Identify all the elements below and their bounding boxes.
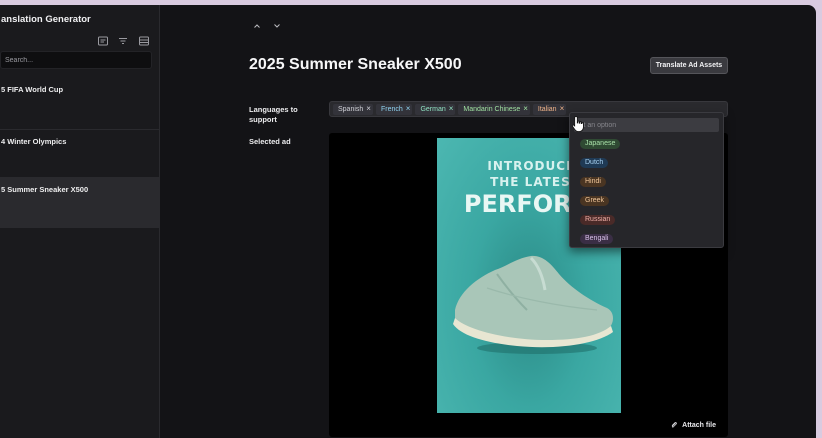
sidebar-item-fifa[interactable]: 5 FIFA World Cup: [0, 79, 159, 130]
sidebar-item-winter-olympics[interactable]: 4 Winter Olympics: [0, 131, 159, 182]
remove-tag-icon[interactable]: ×: [523, 105, 528, 113]
remove-tag-icon[interactable]: ×: [366, 105, 371, 113]
tag-label: French: [380, 105, 403, 113]
selected-ad-label: Selected ad: [249, 137, 291, 146]
compose-icon[interactable]: [97, 34, 109, 46]
remove-tag-icon[interactable]: ×: [449, 105, 454, 113]
sidebar-item-label: 5 Summer Sneaker X500: [1, 185, 89, 194]
tag-spanish: Spanish ×: [333, 103, 373, 115]
tag-label: Italian: [537, 105, 557, 113]
paperclip-icon: [671, 421, 678, 428]
languages-label: Languages to support: [249, 105, 298, 124]
option-greek[interactable]: Greek: [580, 196, 610, 206]
sidebar: anslation Generator 5 FIFA World Cup 4 W…: [0, 5, 160, 438]
attach-file-label: Attach file: [682, 421, 716, 429]
tag-label: German: [420, 105, 446, 113]
tag-french: French ×: [375, 103, 413, 115]
option-russian[interactable]: Russian: [580, 215, 616, 225]
hand-cursor-icon: [572, 116, 584, 132]
option-dutch[interactable]: Dutch: [580, 158, 609, 168]
translate-ad-assets-button[interactable]: Translate Ad Assets: [650, 57, 728, 74]
language-options-dropdown: Japanese Dutch Hindi Greek Russian Benga…: [569, 112, 724, 248]
app-window: anslation Generator 5 FIFA World Cup 4 W…: [0, 5, 816, 438]
tag-german: German ×: [415, 103, 456, 115]
sidebar-toggle-icon[interactable]: [138, 34, 150, 46]
sidebar-item-label: 5 FIFA World Cup: [1, 85, 64, 94]
tag-italian: Italian ×: [532, 103, 567, 115]
chevron-up-icon[interactable]: [253, 17, 261, 28]
page-title: 2025 Summer Sneaker X500: [249, 56, 462, 73]
remove-tag-icon[interactable]: ×: [406, 105, 411, 113]
tag-mandarin-chinese: Mandarin Chinese ×: [458, 103, 530, 115]
tag-label: Spanish: [338, 105, 364, 113]
chevron-down-icon[interactable]: [273, 17, 281, 28]
sneaker-image: [453, 255, 613, 354]
sidebar-item-label: 4 Winter Olympics: [1, 137, 67, 146]
filter-icon[interactable]: [117, 34, 129, 46]
tag-label: Mandarin Chinese: [463, 105, 521, 113]
search-input[interactable]: [0, 51, 152, 69]
option-bengali[interactable]: Bengali: [580, 234, 614, 244]
option-search-input[interactable]: [574, 118, 719, 132]
option-japanese[interactable]: Japanese: [580, 139, 621, 149]
sidebar-item-summer-sneaker[interactable]: 5 Summer Sneaker X500: [0, 177, 159, 228]
remove-tag-icon[interactable]: ×: [560, 105, 565, 113]
attach-file-button[interactable]: Attach file: [670, 421, 716, 429]
option-hindi[interactable]: Hindi: [580, 177, 606, 187]
app-title: anslation Generator: [1, 14, 91, 25]
